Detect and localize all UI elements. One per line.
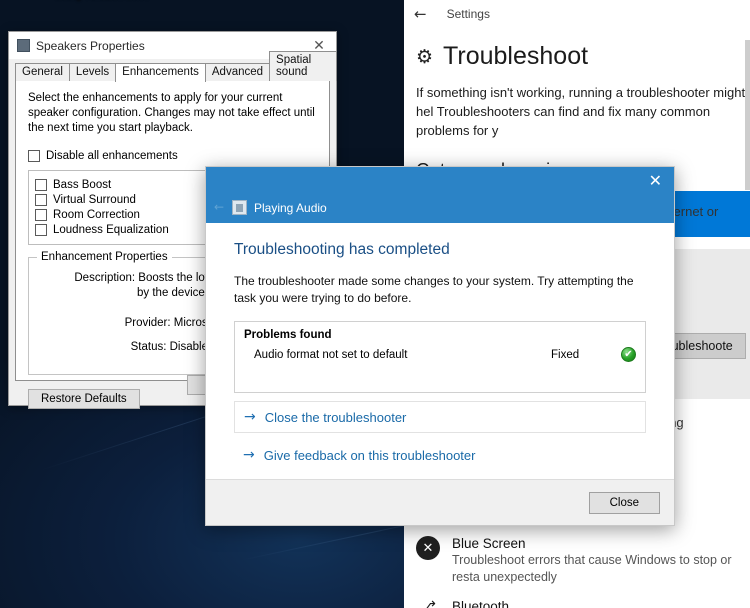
- troubleshooter-paragraph: The troubleshooter made some changes to …: [234, 274, 634, 305]
- troubleshooter-heading: Troubleshooting has completed: [234, 241, 450, 258]
- problem-row: Audio format not set to default Fixed ✔: [244, 347, 636, 362]
- close-circle-icon: ✕: [416, 536, 440, 560]
- back-arrow-icon[interactable]: ←: [214, 200, 224, 214]
- desktop-icon-tesing-label: tesing: [55, 0, 82, 1]
- settings-item-bluetooth[interactable]: ⎇ Bluetooth: [404, 591, 750, 608]
- troubleshooter-footer: Close: [206, 479, 674, 525]
- gear-icon: ⚙: [416, 45, 434, 68]
- page-title: Troubleshoot: [443, 42, 589, 70]
- settings-topbar: ← Settings: [404, 0, 750, 28]
- close-the-troubleshooter-action[interactable]: → Close the troubleshooter: [234, 401, 646, 433]
- success-check-icon: ✔: [621, 347, 636, 362]
- disable-all-enhancements-label: Disable all enhancements: [46, 150, 178, 162]
- enhancements-intro-text: Select the enhancements to apply for you…: [28, 92, 315, 134]
- problems-found-header: Problems found: [244, 329, 332, 341]
- troubleshooter-window-title: Playing Audio: [254, 201, 327, 215]
- troubleshooter-titlebar[interactable]: ← Playing Audio ✕: [206, 167, 674, 223]
- desktop-icon-amazon-drive[interactable]: Amazon Drive: [86, 0, 150, 2]
- playing-audio-icon: [232, 200, 247, 215]
- tab-general[interactable]: General: [15, 63, 70, 81]
- screen-root: tesing Amazon Drive ← Settings ⚙ Trouble…: [0, 0, 750, 608]
- speakers-title: Speakers Properties: [36, 38, 145, 53]
- settings-scrollbar[interactable]: [745, 0, 750, 608]
- disable-all-enhancements-row[interactable]: Disable all enhancements: [28, 150, 317, 162]
- loudness-equalization-checkbox[interactable]: [35, 224, 47, 236]
- settings-item-title: Bluetooth: [452, 599, 510, 608]
- close-icon[interactable]: ✕: [649, 173, 662, 189]
- tab-levels[interactable]: Levels: [68, 63, 117, 81]
- loudness-equalization-label: Loudness Equalization: [53, 224, 169, 236]
- give-feedback-action[interactable]: → Give feedback on this troubleshooter: [234, 445, 646, 465]
- page-header: ⚙ Troubleshoot: [404, 28, 750, 71]
- give-feedback-label: Give feedback on this troubleshooter: [263, 447, 476, 463]
- arrow-right-icon: →: [244, 409, 256, 425]
- speaker-icon: [17, 39, 30, 52]
- desktop-icon-amazon-drive-label: Amazon Drive: [87, 0, 150, 1]
- problem-name: Audio format not set to default: [254, 348, 408, 361]
- settings-scrollbar-thumb[interactable]: [745, 40, 750, 190]
- settings-item-description: Troubleshoot errors that cause Windows t…: [452, 553, 732, 584]
- page-description: If something isn't working, running a tr…: [416, 85, 746, 138]
- back-arrow-icon[interactable]: ←: [414, 5, 427, 23]
- room-correction-label: Room Correction: [53, 209, 140, 221]
- disable-all-enhancements-checkbox[interactable]: [28, 150, 40, 162]
- tab-advanced[interactable]: Advanced: [204, 63, 271, 81]
- room-correction-checkbox[interactable]: [35, 209, 47, 221]
- troubleshooter-dialog: ← Playing Audio ✕ Troubleshooting has co…: [205, 166, 675, 526]
- bass-boost-checkbox[interactable]: [35, 179, 47, 191]
- close-the-troubleshooter-label: Close the troubleshooter: [264, 409, 407, 425]
- problems-found-panel: Problems found Audio format not set to d…: [234, 321, 646, 393]
- settings-item-blue-screen[interactable]: ✕ Blue Screen Troubleshoot errors that c…: [404, 528, 750, 594]
- bass-boost-label: Bass Boost: [53, 179, 112, 191]
- arrow-right-icon: →: [243, 447, 255, 463]
- close-button[interactable]: Close: [588, 491, 660, 514]
- virtual-surround-checkbox[interactable]: [35, 194, 47, 206]
- tab-enhancements[interactable]: Enhancements: [115, 63, 206, 82]
- breadcrumb[interactable]: Settings: [447, 7, 490, 21]
- troubleshooter-body: Troubleshooting has completed The troubl…: [206, 223, 674, 491]
- settings-item-title: Blue Screen: [452, 536, 526, 551]
- bluetooth-icon: ⎇: [419, 599, 437, 608]
- speakers-tabstrip: General Levels Enhancements Advanced Spa…: [9, 51, 337, 82]
- virtual-surround-label: Virtual Surround: [53, 194, 136, 206]
- enhancement-properties-legend: Enhancement Properties: [37, 251, 172, 263]
- problem-state: Fixed: [551, 348, 580, 361]
- tab-spatial-sound[interactable]: Spatial sound: [269, 51, 337, 81]
